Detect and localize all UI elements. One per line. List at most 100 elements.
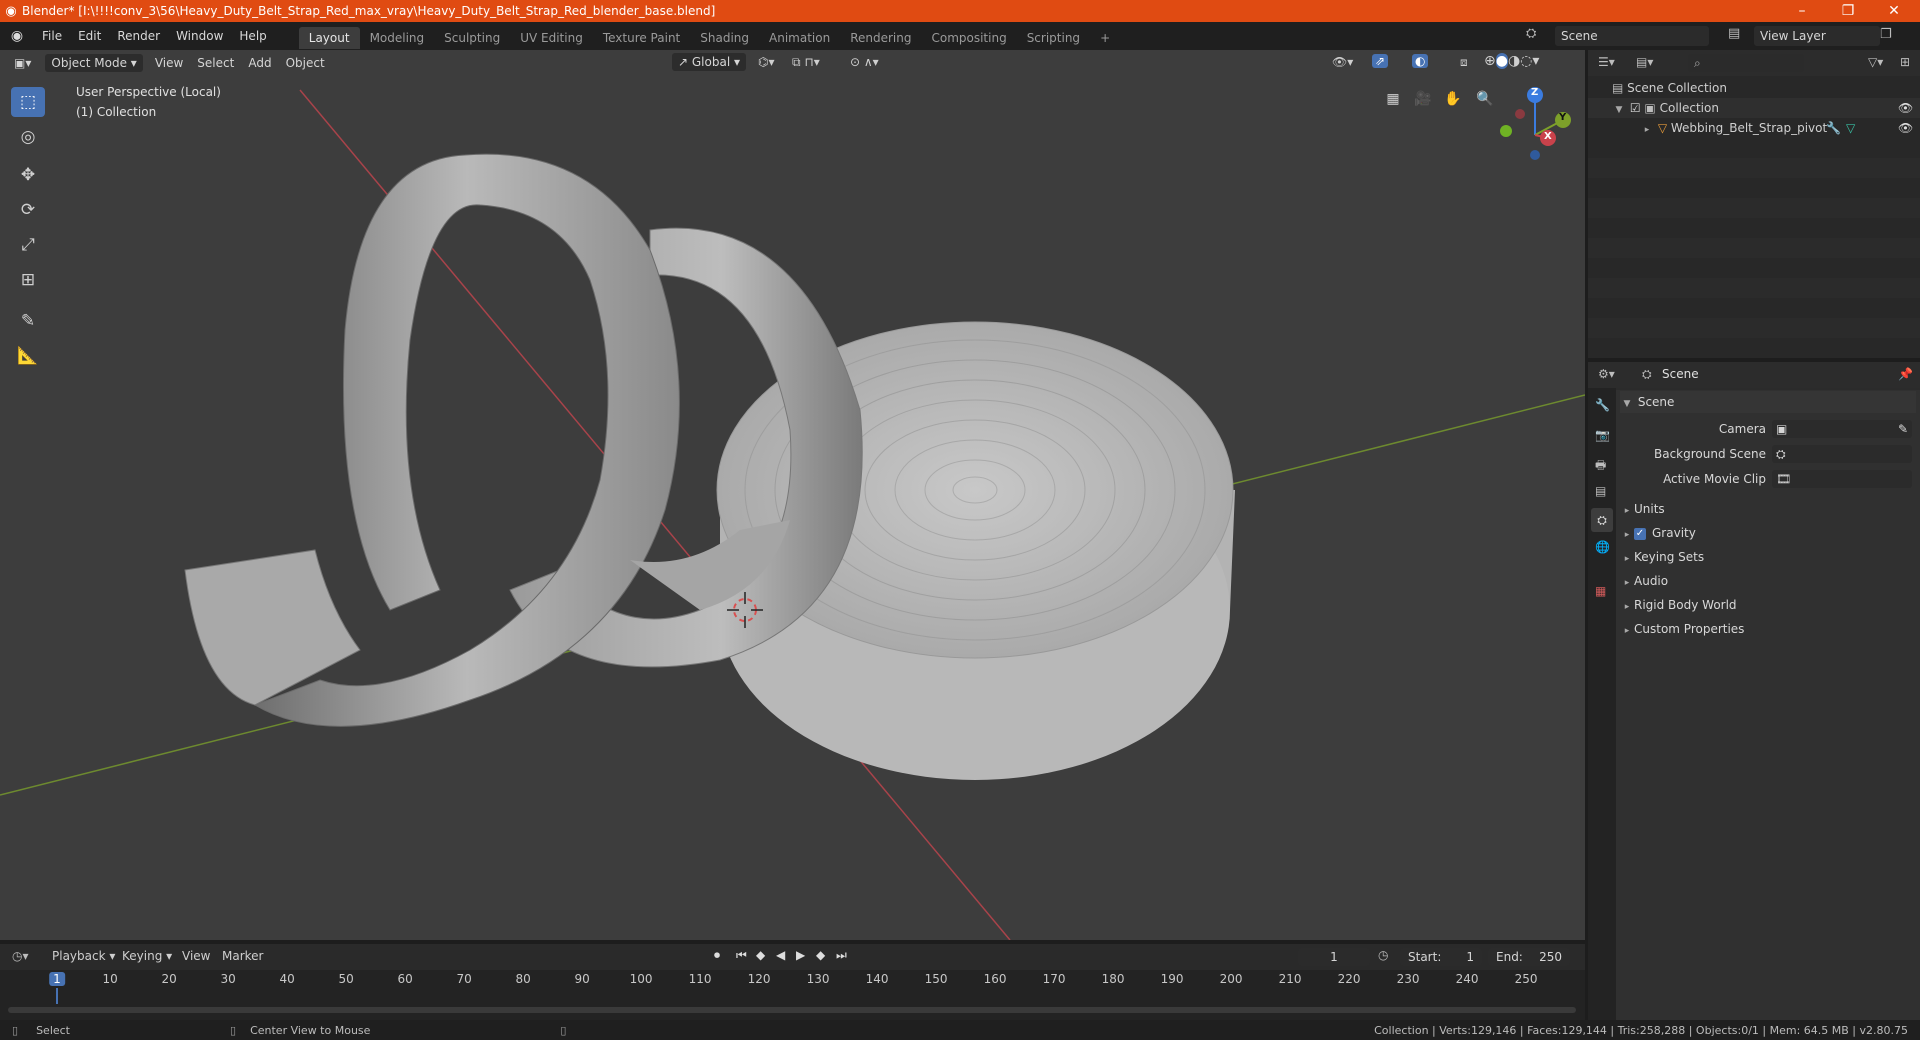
zoom-icon[interactable]: 🔍 <box>1472 86 1498 112</box>
preview-range-icon[interactable]: ◷ <box>1378 948 1388 962</box>
maximize-button[interactable]: ❐ <box>1826 0 1870 22</box>
jump-end-icon[interactable]: ⏭ <box>836 948 847 963</box>
texture-tab-icon[interactable]: ▦ <box>1595 584 1606 598</box>
tab-shading[interactable]: Shading <box>690 27 759 49</box>
jump-start-icon[interactable]: ⏮ <box>736 948 747 963</box>
object-mode-dropdown[interactable]: Object Mode ▾ <box>45 54 143 72</box>
viewport-menu-object[interactable]: Object <box>280 54 331 72</box>
collection-checkbox[interactable]: ☑ <box>1630 101 1641 115</box>
start-frame-field[interactable]: Start: 1 <box>1400 948 1482 966</box>
timeline-menu-playback[interactable]: Playback ▾ <box>52 949 115 963</box>
pan-hand-icon[interactable]: ✋ <box>1440 86 1466 112</box>
mesh-data-icon[interactable]: ▽ <box>1846 118 1855 138</box>
gizmo-toggle-icon[interactable]: ⇗ <box>1372 54 1389 68</box>
render-tab-icon[interactable]: 📷 <box>1595 428 1610 442</box>
panel-units[interactable]: ▸ Units <box>1620 498 1916 520</box>
xray-toggle-icon[interactable]: ⧈ <box>1460 55 1468 70</box>
close-window-button[interactable]: ✕ <box>1872 0 1916 22</box>
overlay-toggle-icon[interactable]: ◐ <box>1412 54 1429 68</box>
timeline-editor-type-icon[interactable]: ◷▾ <box>12 949 29 963</box>
shading-modes-icon[interactable]: ⊕●◑◌▾ <box>1484 53 1539 69</box>
outliner-object-row[interactable]: ▸ ▽ Webbing_Belt_Strap_pivot 🔧 ▽ 👁 <box>1588 118 1920 138</box>
tab-uv-editing[interactable]: UV Editing <box>510 27 593 49</box>
scene-tab-icon[interactable]: ⛭ <box>1591 508 1613 532</box>
pin-icon[interactable]: 📌 <box>1898 367 1913 381</box>
view-layer-tab-icon[interactable]: ▤ <box>1595 484 1606 498</box>
background-scene-field[interactable]: ⛭ <box>1772 445 1912 463</box>
viewport-menu-select[interactable]: Select <box>191 54 240 72</box>
record-button-icon[interactable]: ⏺ <box>714 948 720 963</box>
viewport-menu-view[interactable]: View <box>149 54 189 72</box>
tool-tab-icon[interactable]: 🔧 <box>1595 398 1610 412</box>
timeline-menu-marker[interactable]: Marker <box>222 949 263 963</box>
tab-compositing[interactable]: Compositing <box>921 27 1016 49</box>
tab-layout[interactable]: Layout <box>298 26 360 49</box>
move-tool-icon[interactable]: ✥ <box>11 160 45 190</box>
play-icon[interactable]: ▶ <box>796 948 805 962</box>
cursor-tool-icon[interactable]: ◎ <box>11 122 45 152</box>
annotate-tool-icon[interactable]: ✎ <box>11 306 45 336</box>
panel-custom-properties[interactable]: ▸ Custom Properties <box>1620 618 1916 640</box>
tab-sculpting[interactable]: Sculpting <box>434 27 510 49</box>
tab-rendering[interactable]: Rendering <box>840 27 921 49</box>
outliner-search-input[interactable]: ⌕ <box>1688 54 1804 72</box>
outliner-scene-collection[interactable]: ▤ Scene Collection <box>1588 78 1920 98</box>
eyedropper-icon[interactable]: ✎ <box>1898 420 1908 438</box>
scene-section-header[interactable]: ▼ Scene <box>1620 391 1916 413</box>
properties-editor-type-icon[interactable]: ⚙▾ <box>1598 367 1615 381</box>
menu-file[interactable]: File <box>34 22 70 50</box>
camera-view-icon[interactable]: 🎥 <box>1410 86 1436 112</box>
outliner-collection[interactable]: ▼ ☑ ▣ Collection 👁 <box>1588 98 1920 118</box>
editor-type-icon[interactable]: ▣▾ <box>8 54 37 72</box>
new-collection-icon[interactable]: ⊞ <box>1900 55 1910 69</box>
view-layer-selector[interactable]: View Layer <box>1754 26 1880 46</box>
play-reverse-icon[interactable]: ◀ <box>776 948 785 962</box>
timeline-menu-view[interactable]: View <box>182 949 210 963</box>
tab-texture-paint[interactable]: Texture Paint <box>593 27 690 49</box>
world-tab-icon[interactable]: 🌐 <box>1595 540 1610 554</box>
measure-tool-icon[interactable]: 📐 <box>11 341 45 371</box>
panel-rigid-body-world[interactable]: ▸ Rigid Body World <box>1620 594 1916 616</box>
expand-arrow-icon[interactable]: ▼ <box>1612 100 1626 120</box>
output-tab-icon[interactable]: 🖶 <box>1595 456 1606 477</box>
panel-audio[interactable]: ▸ Audio <box>1620 570 1916 592</box>
toggle-grid-view-icon[interactable]: ▦ <box>1380 86 1406 112</box>
scene-selector[interactable]: Scene <box>1555 26 1709 46</box>
transform-orientation-dropdown[interactable]: ↗ Global ▾ <box>672 53 746 71</box>
tab-scripting[interactable]: Scripting <box>1017 27 1090 49</box>
timeline-menu-keying[interactable]: Keying ▾ <box>122 949 172 963</box>
new-view-layer-icon[interactable]: ❐ <box>1880 27 1892 42</box>
menu-edit[interactable]: Edit <box>70 22 109 50</box>
filter-icon[interactable]: ▽▾ <box>1868 55 1883 69</box>
camera-field[interactable]: ▣ ✎ <box>1772 420 1912 438</box>
timeline-ruler[interactable]: 1 10 20 30 40 50 60 70 80 90 100 110 120 130 140 150 160… <box>0 970 1585 1004</box>
add-workspace-button[interactable]: + <box>1090 27 1120 49</box>
tab-animation[interactable]: Animation <box>759 27 840 49</box>
select-box-tool-icon[interactable]: ⬚ <box>11 87 45 117</box>
pivot-point-icon[interactable]: ⌬▾ <box>758 55 775 69</box>
blender-menu-icon[interactable]: ◉ <box>0 28 34 44</box>
menu-help[interactable]: Help <box>231 22 274 50</box>
viewport-menu-add[interactable]: Add <box>242 54 277 72</box>
object-visibility-icon[interactable]: 👁 <box>1898 118 1913 138</box>
object-expand-icon[interactable]: ▸ <box>1640 120 1654 140</box>
next-keyframe-icon[interactable]: ◆ <box>816 948 825 962</box>
minimize-button[interactable]: – <box>1780 0 1824 22</box>
prev-keyframe-icon[interactable]: ◆ <box>756 948 765 962</box>
tab-modeling[interactable]: Modeling <box>360 27 435 49</box>
end-frame-field[interactable]: End: 250 <box>1488 948 1570 966</box>
panel-gravity[interactable]: ▸ ✓ Gravity <box>1620 522 1916 544</box>
timeline-scrollbar[interactable] <box>8 1007 1576 1013</box>
playhead-line[interactable] <box>56 988 58 1004</box>
visibility-icon[interactable]: 👁▾ <box>1332 55 1353 69</box>
panel-keying-sets[interactable]: ▸ Keying Sets <box>1620 546 1916 568</box>
menu-render[interactable]: Render <box>109 22 168 50</box>
scale-tool-icon[interactable]: ⤢ <box>11 230 45 260</box>
rotate-tool-icon[interactable]: ⟳ <box>11 195 45 225</box>
gravity-checkbox[interactable]: ✓ <box>1634 527 1646 540</box>
display-mode-icon[interactable]: ▤▾ <box>1636 55 1653 69</box>
menu-window[interactable]: Window <box>168 22 231 50</box>
modifier-wrench-icon[interactable]: 🔧 <box>1826 118 1841 138</box>
snap-icon[interactable]: ⧉ ⊓▾ <box>792 55 820 70</box>
collection-visibility-icon[interactable]: 👁 <box>1898 98 1913 118</box>
